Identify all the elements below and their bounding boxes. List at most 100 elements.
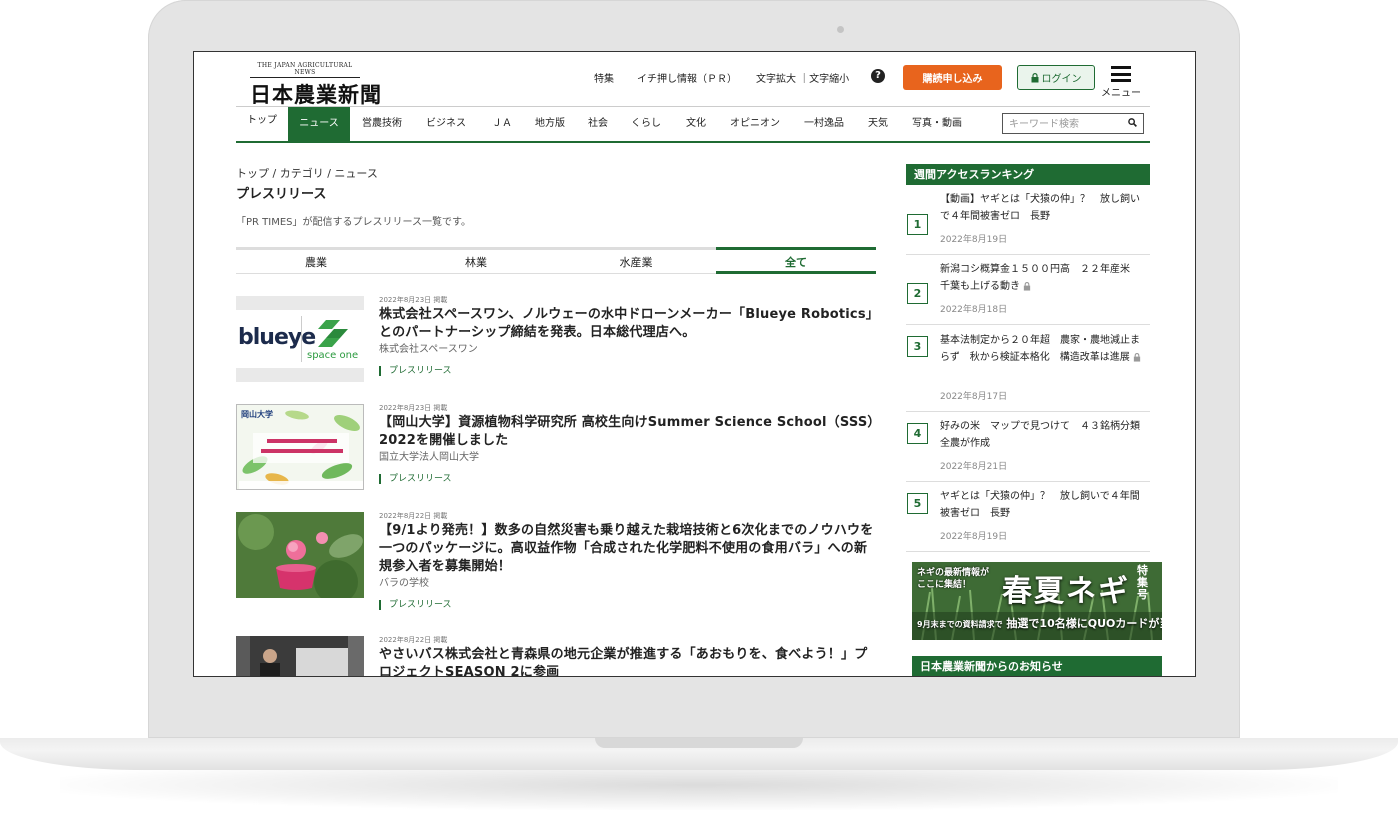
ranking-item[interactable]: 5 ヤギとは「犬猿の仲」？ 放し飼いで４年間被害ゼロ 長野 2022年8月19日 [906, 482, 1150, 552]
ranking-item[interactable]: 4 好みの米 マップで見つけて ４３銘柄分類 全農が作成 2022年8月21日 [906, 412, 1150, 482]
hamburger-icon [1111, 66, 1131, 82]
login-button[interactable]: ログイン [1017, 65, 1095, 90]
rank-date: 2022年8月18日 [940, 305, 1008, 315]
site-logo[interactable]: THE JAPAN AGRICULTURAL NEWS 日本農業新聞 [250, 62, 382, 109]
rank-date: 2022年8月19日 [940, 532, 1008, 542]
banner-campaign: 抽選で10名様にQUOカードが当たる!! [1006, 617, 1162, 630]
lock-icon [1133, 352, 1140, 362]
rank-title[interactable]: 好みの米 マップで見つけて ４３銘柄分類 全農が作成 [940, 418, 1150, 452]
nav-item-culture[interactable]: 文化 [678, 107, 714, 141]
rank-number: 4 [907, 423, 928, 444]
blueye-logo: blueye [238, 325, 316, 350]
browser-screen: THE JAPAN AGRICULTURAL NEWS 日本農業新聞 特集 イチ… [193, 51, 1196, 677]
rank-date: 2022年8月21日 [940, 462, 1008, 472]
search-box [1002, 113, 1144, 134]
menu-label: メニュー [1101, 88, 1141, 99]
ranking-item[interactable]: 1 【動画】ヤギとは「犬猿の仲」？ 放し飼いで４年間被害ゼロ 長野 2022年8… [906, 185, 1150, 255]
nav-item-weather[interactable]: 天気 [862, 107, 894, 141]
main-nav: トップ ニュース 営農技術 ビジネス ＪＡ 地方版 社会 くらし 文化 オピニオ… [236, 106, 1150, 143]
article-date: 2022年8月22日 掲載 [379, 512, 448, 520]
logo-title: 日本農業新聞 [250, 82, 382, 107]
tab-fisheries[interactable]: 水産業 [556, 247, 716, 274]
rank-number: 3 [907, 336, 928, 357]
feature-link[interactable]: 特集 [594, 70, 614, 85]
article-title[interactable]: 【岡山大学】資源植物科学研究所 高校生向けSummer Science Scho… [379, 414, 876, 450]
nav-item-opinion[interactable]: オピニオン [724, 107, 786, 141]
lock-icon [1023, 281, 1031, 291]
article-company: 国立大学法人岡山大学 [379, 452, 479, 463]
breadcrumb[interactable]: トップ / カテゴリ / ニュース [236, 165, 378, 181]
article-title[interactable]: 【9/1より発売！】数多の自然災害も乗り越えた栽培技術と6次化までのノウハウを一… [379, 522, 876, 576]
logo-subtitle: THE JAPAN AGRICULTURAL NEWS [250, 62, 360, 78]
rank-title: 基本法制定から２０年超 農家・農地減止まらず 秋から検証本格化 構造改革は進展 [940, 335, 1140, 363]
rank-date: 2022年8月19日 [940, 235, 1008, 245]
banner-caption: ネギの最新情報が ここに集結！ [917, 568, 990, 590]
category-tabs: 農業 林業 水産業 全て [236, 247, 876, 274]
article-company: 株式会社スペースワン [379, 344, 478, 355]
article-thumbnail[interactable] [236, 636, 364, 676]
article-tag[interactable]: プレスリリース [379, 366, 876, 376]
press-conference-photo [236, 636, 364, 676]
tab-forestry[interactable]: 林業 [396, 247, 556, 274]
rank-title[interactable]: ヤギとは「犬猿の仲」？ 放し飼いで４年間被害ゼロ 長野 [940, 488, 1148, 522]
camera-dot [837, 26, 844, 33]
article-item[interactable]: 岡山大学 2022年8月23日 掲載 【岡山大学】資源植物科学研究所 高校生向け… [236, 404, 876, 504]
banner-tokushu: 特集号 [1137, 564, 1148, 601]
rank-title: 新潟コシ概算金１５００円高 ２２年産米 千葉も上げる動き [940, 264, 1140, 292]
page-title: プレスリリース [236, 187, 327, 202]
search-icon[interactable] [1128, 118, 1137, 127]
ranking-item[interactable]: 2 新潟コシ概算金１５００円高 ２２年産米 千葉も上げる動き 2022年8月18… [906, 255, 1150, 325]
nav-item-business[interactable]: ビジネス [418, 107, 474, 141]
ranking-heading: 週間アクセスランキング [906, 164, 1150, 185]
pr-link[interactable]: イチ押し情報（ＰＲ） [637, 70, 737, 85]
nav-item-local-products[interactable]: 一村逸品 [798, 107, 850, 141]
article-date: 2022年8月22日 掲載 [379, 636, 448, 644]
menu-button[interactable]: メニュー [1099, 66, 1143, 99]
spaceone-logo-text: space one [307, 350, 359, 361]
article-date: 2022年8月23日 掲載 [379, 404, 448, 412]
tab-agriculture[interactable]: 農業 [236, 247, 396, 274]
article-item[interactable]: 2022年8月22日 掲載 やさいバス株式会社と青森県の地元企業が推進する「あお… [236, 636, 876, 676]
nav-item-society[interactable]: 社会 [580, 107, 616, 141]
article-tag[interactable]: プレスリリース [379, 474, 876, 484]
page-description: 「PR TIMES」が配信するプレスリリース一覧です。 [236, 217, 472, 228]
article-date: 2022年8月23日 掲載 [379, 296, 448, 304]
nav-item-life[interactable]: くらし [624, 107, 668, 141]
article-company: バラの学校 [379, 578, 429, 589]
article-thumbnail[interactable] [236, 512, 364, 598]
help-icon[interactable]: ? [871, 69, 885, 83]
rank-number: 5 [907, 493, 928, 514]
article-thumbnail[interactable]: blueye space one [236, 296, 364, 382]
article-item[interactable]: 2022年8月22日 掲載 【9/1より発売！】数多の自然災害も乗り越えた栽培技… [236, 512, 876, 612]
sidebar: 週間アクセスランキング 1 【動画】ヤギとは「犬猿の仲」？ 放し飼いで４年間被害… [906, 164, 1150, 552]
subscribe-button[interactable]: 購読申し込み [903, 65, 1002, 90]
rank-title[interactable]: 【動画】ヤギとは「犬猿の仲」？ 放し飼いで４年間被害ゼロ 長野 [940, 191, 1148, 225]
banner-note: 9月末までの資料請求で [917, 620, 1003, 629]
nav-item-news[interactable]: ニュース [288, 107, 350, 141]
search-input[interactable] [1007, 116, 1123, 133]
nav-item-farming-tech[interactable]: 営農技術 [354, 107, 410, 141]
nav-item-ja[interactable]: ＪＡ [482, 107, 522, 141]
article-item[interactable]: blueye space one 2022年8月23日 掲載 株式会社スペースワ… [236, 296, 876, 396]
okayama-univ-logo: 岡山大学 [241, 410, 273, 419]
banner-title: 春夏ネギ [1002, 574, 1130, 609]
rose-photo [236, 512, 364, 598]
negi-feature-banner[interactable]: ネギの最新情報が ここに集結！ 春夏ネギ 特集号 9月末までの資料請求で 抽選で… [912, 562, 1162, 640]
ranking-item[interactable]: 3 基本法制定から２０年超 農家・農地減止まらず 秋から検証本格化 構造改革は進… [906, 325, 1150, 412]
article-title[interactable]: やさいバス株式会社と青森県の地元企業が推進する「あおもりを、食べよう！」プロジェ… [379, 646, 876, 676]
article-thumbnail[interactable]: 岡山大学 [236, 404, 364, 490]
nav-item-top[interactable]: トップ [236, 107, 288, 141]
spaceone-logo-icon [318, 320, 348, 347]
login-label: ログイン [1041, 74, 1082, 85]
lock-icon [1031, 73, 1038, 83]
article-title[interactable]: 株式会社スペースワン、ノルウェーの水中ドローンメーカー「Blueye Robot… [379, 306, 876, 342]
article-tag[interactable]: プレスリリース [379, 600, 876, 610]
nav-item-photo-video[interactable]: 写真・動画 [906, 107, 968, 141]
rank-date: 2022年8月17日 [940, 392, 1008, 402]
font-size-toggle[interactable]: 文字拡大 ｜文字縮小 [756, 70, 849, 85]
laptop-notch [595, 738, 803, 748]
nav-item-local[interactable]: 地方版 [528, 107, 572, 141]
tab-all[interactable]: 全て [716, 247, 876, 274]
site-header: THE JAPAN AGRICULTURAL NEWS 日本農業新聞 特集 イチ… [194, 52, 1195, 144]
rank-number: 2 [907, 283, 928, 304]
